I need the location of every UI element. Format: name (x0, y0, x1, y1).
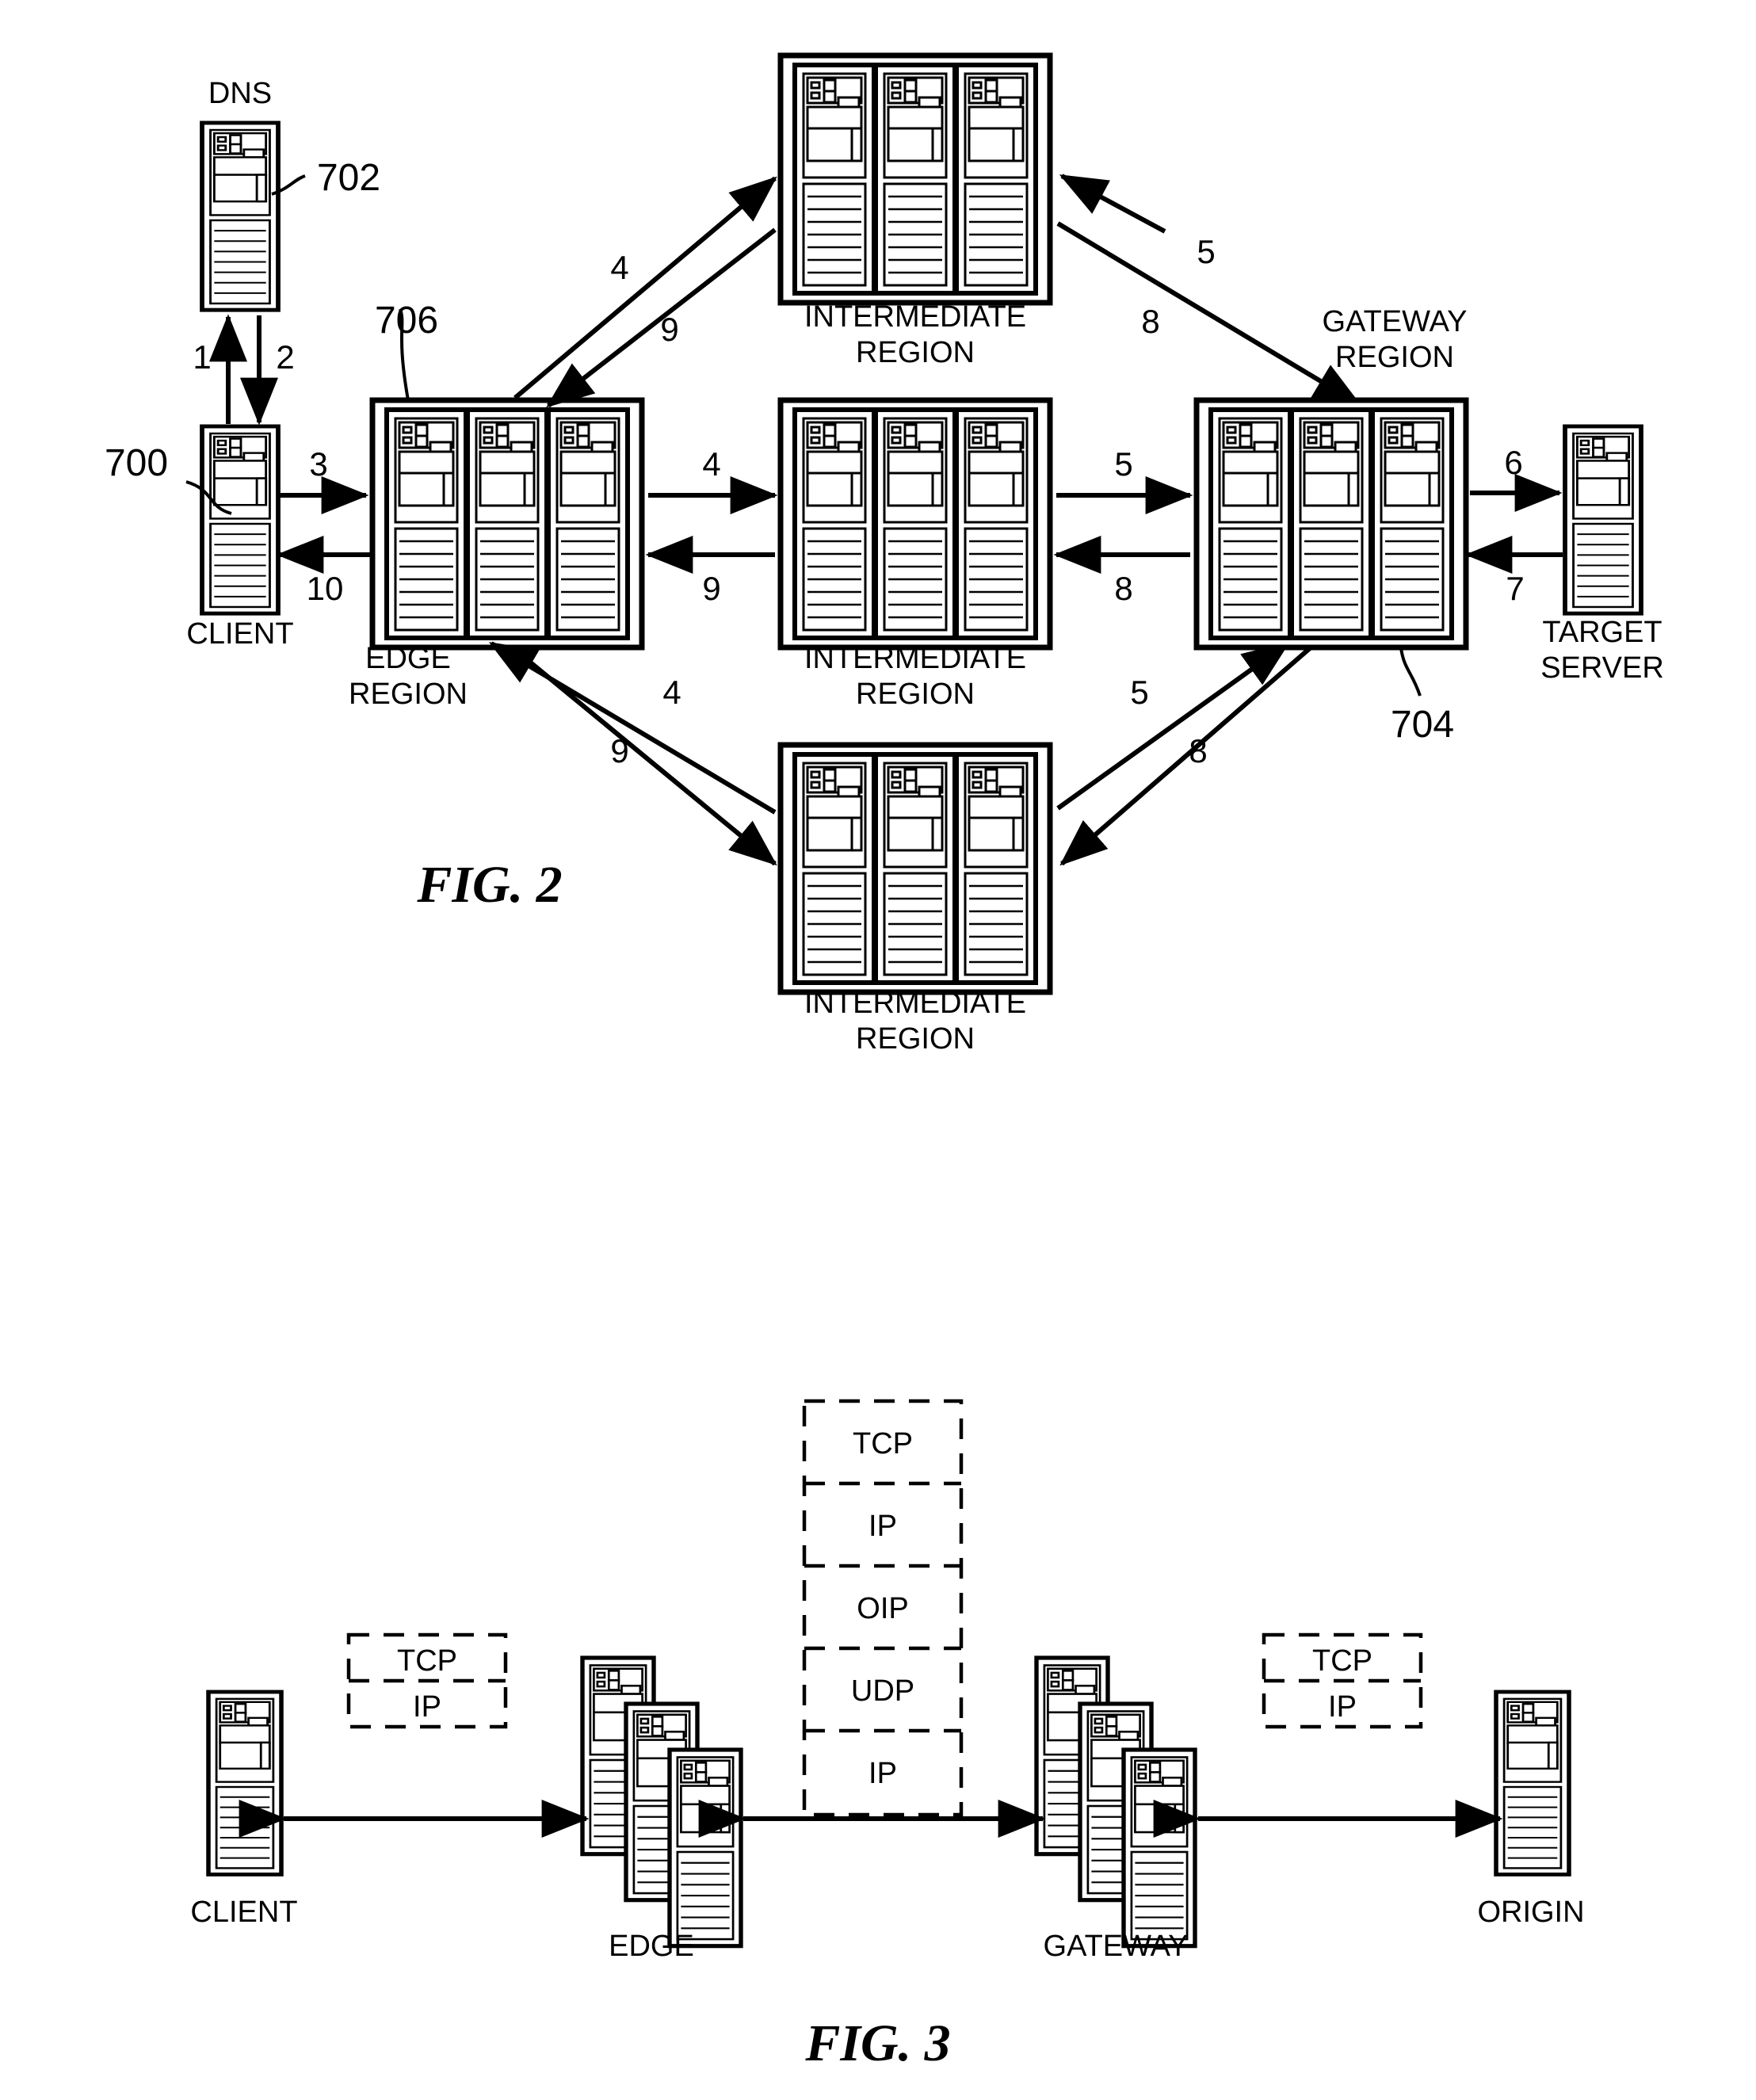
figure-2-caption: FIG. 2 (416, 856, 562, 914)
client-server-icon (202, 426, 278, 613)
intermediate-region-bottom-box (781, 745, 1050, 992)
step-9-middle: 9 (702, 570, 720, 607)
target-server-label-line1: TARGET (1542, 616, 1662, 649)
intermediate-top-label-line2: REGION (856, 336, 975, 369)
stack3-layer-0: TCP (1312, 1644, 1372, 1678)
protocol-stack-gateway-origin: TCP IP (1262, 1632, 1423, 1729)
arrow-gateway-to-intermediate-top (1059, 174, 1166, 234)
arrow-intermediate-bottom-to-edge (488, 641, 777, 815)
stack1-layer-1: IP (413, 1690, 441, 1724)
step-10: 10 (307, 570, 344, 607)
step-7: 7 (1506, 570, 1524, 607)
gateway-region-label-line2: REGION (1335, 341, 1454, 374)
intermediate-region-top-box (781, 55, 1050, 303)
fig3-edge-label: EDGE (609, 1930, 694, 1963)
arrow-intermediate-bottom-to-gateway (1056, 641, 1290, 811)
ref-700: 700 (105, 442, 168, 484)
fig3-gateway-cluster (1036, 1658, 1195, 1946)
step-1: 1 (193, 338, 211, 376)
step-4-top: 4 (610, 249, 628, 286)
step-5-top: 5 (1197, 233, 1215, 270)
protocol-stack-edge-gateway: TCP IP OIP UDP IP (802, 1399, 964, 1817)
step-3: 3 (309, 445, 327, 483)
step-4-middle: 4 (702, 445, 720, 483)
ref-704: 704 (1391, 704, 1454, 746)
ref-706: 706 (375, 300, 438, 342)
intermediate-region-middle-box (781, 400, 1050, 647)
gateway-region-label-line1: GATEWAY (1323, 305, 1468, 338)
fig3-edge-cluster (582, 1658, 741, 1946)
step-2: 2 (276, 338, 294, 376)
stack2-layer-0: TCP (853, 1427, 913, 1460)
step-9-bottom: 9 (610, 732, 628, 769)
fig3-client-icon (208, 1692, 281, 1874)
step-5-bottom: 5 (1130, 674, 1148, 711)
protocol-stack-client-edge: TCP IP (346, 1632, 508, 1729)
ref-704-leader (1399, 647, 1422, 697)
dns-server-icon (202, 123, 278, 310)
arrow-edge-to-intermediate-top (513, 176, 777, 400)
step-4-bottom: 4 (662, 674, 681, 711)
intermediate-middle-label-line1: INTERMEDIATE (804, 642, 1026, 675)
edge-region-label-line2: REGION (349, 678, 468, 711)
step-8-middle: 8 (1114, 570, 1132, 607)
intermediate-bottom-label-line1: INTERMEDIATE (804, 987, 1026, 1020)
gateway-region-box (1197, 400, 1466, 647)
dns-label: DNS (208, 77, 272, 110)
stack2-layer-3: UDP (851, 1674, 914, 1708)
edge-region-label-line1: EDGE (365, 642, 451, 675)
figure-3: CLIENT EDGE GATEWAY ORIGIN TCP IP TCP IP… (190, 1399, 1585, 2072)
ref-702: 702 (317, 157, 380, 199)
stack2-layer-2: OIP (857, 1592, 908, 1625)
fig3-gateway-label: GATEWAY (1044, 1930, 1189, 1963)
target-server-label-line2: SERVER (1540, 651, 1664, 685)
stack2-layer-1: IP (868, 1510, 897, 1543)
figure-2: DNS 702 CLIENT 700 1 2 EDGE REGION 706 3… (105, 55, 1664, 1056)
fig3-origin-icon (1496, 1692, 1569, 1874)
step-6: 6 (1504, 444, 1522, 481)
stack1-layer-0: TCP (397, 1644, 457, 1678)
fig3-origin-label: ORIGIN (1477, 1896, 1584, 1929)
stack3-layer-1: IP (1328, 1690, 1357, 1724)
step-8-top: 8 (1141, 303, 1159, 340)
intermediate-top-label-line1: INTERMEDIATE (804, 300, 1026, 334)
target-server-icon (1565, 426, 1641, 613)
fig3-client-label: CLIENT (190, 1896, 297, 1929)
edge-region-box (372, 400, 642, 647)
stack2-layer-4: IP (868, 1757, 897, 1790)
step-9-top: 9 (660, 311, 678, 348)
figure-3-caption: FIG. 3 (804, 2014, 950, 2072)
client-label: CLIENT (186, 617, 293, 651)
patent-drawing-sheet: DNS 702 CLIENT 700 1 2 EDGE REGION 706 3… (0, 0, 1756, 2100)
step-8-bottom: 8 (1189, 732, 1207, 769)
step-5-middle: 5 (1114, 445, 1132, 483)
intermediate-middle-label-line2: REGION (856, 678, 975, 711)
intermediate-bottom-label-line2: REGION (856, 1022, 975, 1056)
